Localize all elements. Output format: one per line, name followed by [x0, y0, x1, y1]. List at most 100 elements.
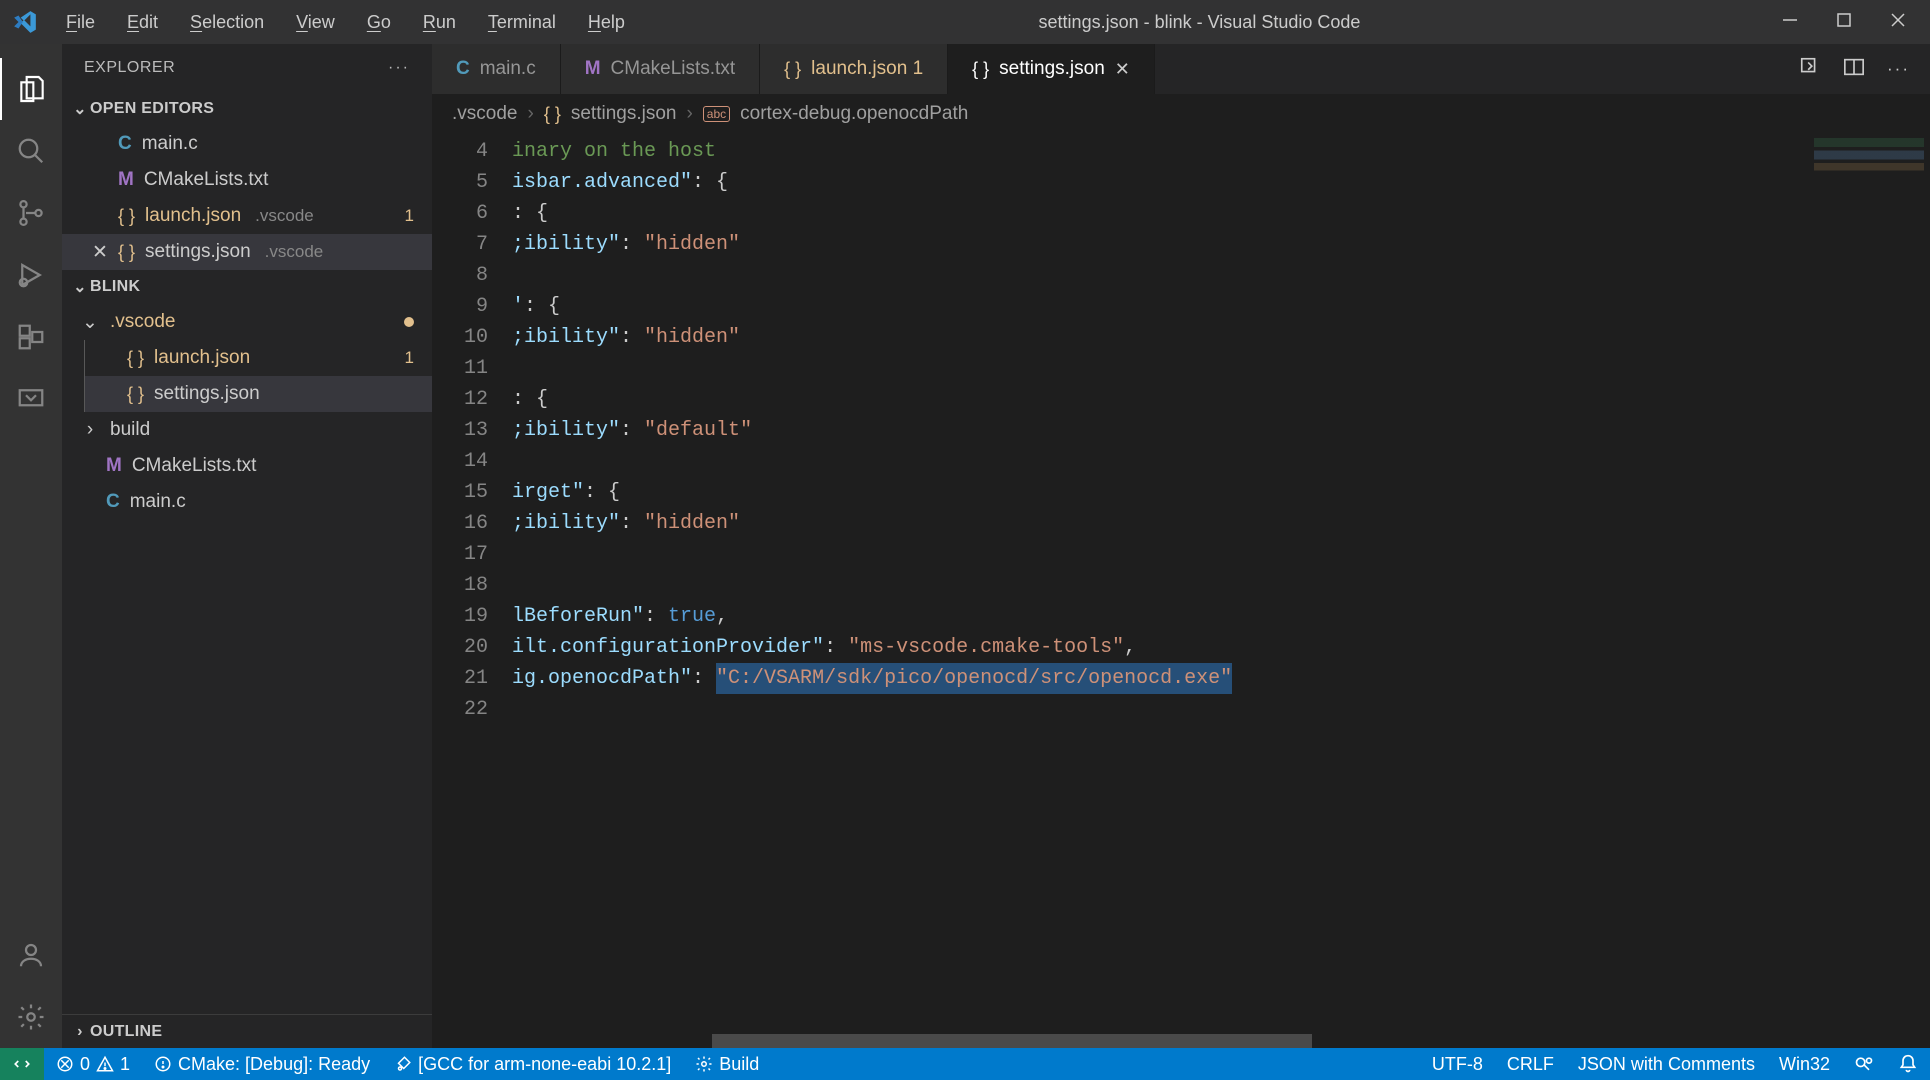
- file-item[interactable]: { } settings.json: [84, 376, 432, 412]
- file-item[interactable]: Cmain.c: [62, 484, 432, 520]
- status-feedback-icon[interactable]: [1842, 1054, 1886, 1074]
- json-icon: { }: [544, 104, 561, 125]
- c-file-icon: C: [118, 133, 132, 155]
- editor-area: Cmain.cMCMakeLists.txt{ }launch.json 1{ …: [432, 44, 1930, 1048]
- status-language[interactable]: JSON with Comments: [1566, 1054, 1767, 1075]
- open-changes-icon[interactable]: [1799, 56, 1821, 83]
- file-desc: .vscode: [255, 206, 314, 226]
- open-editor-item[interactable]: Cmain.c: [62, 126, 432, 162]
- minimize-button[interactable]: [1782, 12, 1798, 33]
- activity-run-debug-icon[interactable]: [0, 244, 62, 306]
- activity-bar: [0, 44, 62, 1048]
- split-editor-icon[interactable]: [1843, 56, 1865, 83]
- json-file-icon: { }: [118, 206, 135, 227]
- cmake-file-icon: M: [585, 58, 601, 80]
- folder-name: .vscode: [110, 311, 175, 333]
- menu-help[interactable]: Help: [572, 12, 641, 33]
- cmake-file-icon: M: [118, 169, 134, 191]
- menu-file[interactable]: File: [50, 12, 111, 33]
- cmake-file-icon: M: [106, 455, 122, 477]
- file-name: settings.json: [145, 241, 251, 263]
- chevron-down-icon: ⌄: [70, 277, 90, 297]
- file-name: CMakeLists.txt: [144, 169, 269, 191]
- c-file-icon: C: [456, 58, 470, 80]
- window-controls: [1758, 12, 1930, 33]
- breadcrumb-item[interactable]: .vscode: [452, 103, 517, 125]
- minimap[interactable]: [1800, 134, 1930, 1048]
- open-editor-item[interactable]: ✕{ }settings.json.vscode: [62, 234, 432, 270]
- status-encoding[interactable]: UTF-8: [1420, 1054, 1495, 1075]
- file-name: launch.json: [154, 347, 250, 369]
- section-open-editors[interactable]: ⌄ OPEN EDITORS: [62, 92, 432, 126]
- remote-indicator-icon[interactable]: [0, 1048, 44, 1080]
- activity-accounts-icon[interactable]: [0, 924, 62, 986]
- code-content[interactable]: inary on the host isbar.advanced": { : {…: [512, 134, 1800, 1048]
- status-kit[interactable]: [GCC for arm-none-eabi 10.2.1]: [382, 1054, 683, 1075]
- symbol-string-icon: abc: [703, 106, 730, 122]
- activity-settings-icon[interactable]: [0, 986, 62, 1048]
- maximize-button[interactable]: [1836, 12, 1852, 33]
- chevron-icon: ›: [80, 419, 100, 441]
- menu-edit[interactable]: Edit: [111, 12, 174, 33]
- menu-selection[interactable]: Selection: [174, 12, 280, 33]
- editor-tab[interactable]: Cmain.c: [432, 44, 561, 94]
- menu-terminal[interactable]: Terminal: [472, 12, 572, 33]
- status-problems[interactable]: 0 1: [44, 1054, 142, 1075]
- chevron-right-icon: ›: [527, 103, 533, 125]
- status-build[interactable]: Build: [683, 1054, 771, 1075]
- editor-tab[interactable]: { }settings.json✕: [948, 44, 1155, 94]
- file-item[interactable]: { }launch.json1: [84, 340, 432, 376]
- breadcrumb-item[interactable]: settings.json: [571, 103, 677, 125]
- open-editor-item[interactable]: M CMakeLists.txt: [62, 162, 432, 198]
- status-cmake[interactable]: CMake: [Debug]: Ready: [142, 1054, 382, 1075]
- folder-item[interactable]: › build: [62, 412, 432, 448]
- activity-search-icon[interactable]: [0, 120, 62, 182]
- file-item[interactable]: M CMakeLists.txt: [62, 448, 432, 484]
- menu-run[interactable]: Run: [407, 12, 472, 33]
- folder-item[interactable]: ⌄ .vscode: [62, 304, 432, 340]
- json-file-icon: { }: [784, 59, 801, 80]
- section-outline[interactable]: › OUTLINE: [62, 1014, 432, 1048]
- editor-more-icon[interactable]: ···: [1887, 59, 1910, 79]
- status-platform[interactable]: Win32: [1767, 1054, 1842, 1075]
- chevron-icon: ⌄: [80, 311, 100, 334]
- file-name: CMakeLists.txt: [132, 455, 257, 477]
- json-file-icon: { }: [118, 242, 135, 263]
- horizontal-scrollbar[interactable]: [712, 1034, 1312, 1048]
- tab-bar: Cmain.c M CMakeLists.txt { }launch.json 1{ …: [432, 44, 1930, 94]
- chevron-down-icon: ⌄: [70, 99, 90, 119]
- chevron-right-icon: ›: [70, 1023, 90, 1041]
- breadcrumbs[interactable]: .vscode › { } settings.json › abc cortex…: [432, 94, 1930, 134]
- status-notifications-icon[interactable]: [1886, 1054, 1930, 1074]
- file-name: main.c: [142, 133, 198, 155]
- tab-label: CMakeLists.txt: [611, 58, 736, 80]
- open-editor-item[interactable]: { }launch.json.vscode1: [62, 198, 432, 234]
- breadcrumb-item[interactable]: cortex-debug.openocdPath: [740, 103, 968, 125]
- sidebar-more-icon[interactable]: ···: [388, 59, 410, 77]
- close-icon[interactable]: ✕: [92, 241, 108, 264]
- activity-extensions-icon[interactable]: [0, 306, 62, 368]
- close-button[interactable]: [1890, 12, 1906, 33]
- vscode-logo-icon: [0, 9, 50, 35]
- menu-view[interactable]: View: [280, 12, 351, 33]
- json-file-icon: { }: [127, 384, 144, 405]
- status-eol[interactable]: CRLF: [1495, 1054, 1566, 1075]
- editor-tab[interactable]: { }launch.json 1: [760, 44, 948, 94]
- file-name: settings.json: [154, 383, 260, 405]
- sidebar-explorer: EXPLORER ··· ⌄ OPEN EDITORS Cmain.c M CMak…: [62, 44, 432, 1048]
- close-icon[interactable]: ✕: [1115, 59, 1130, 80]
- badge-count: 1: [405, 348, 414, 368]
- section-project[interactable]: ⌄ BLINK: [62, 270, 432, 304]
- code-editor[interactable]: 4 5 6 7 8 9 10 11 12 13 14 15 16 17 18 1…: [432, 134, 1930, 1048]
- activity-live-share-icon[interactable]: [0, 368, 62, 430]
- activity-explorer-icon[interactable]: [0, 58, 62, 120]
- folder-name: build: [110, 419, 150, 441]
- activity-source-control-icon[interactable]: [0, 182, 62, 244]
- sidebar-title: EXPLORER: [84, 59, 175, 77]
- menu-go[interactable]: Go: [351, 12, 407, 33]
- file-name: main.c: [130, 491, 186, 513]
- status-bar: 0 1 CMake: [Debug]: Ready [GCC for arm-n…: [0, 1048, 1930, 1080]
- editor-tab[interactable]: M CMakeLists.txt: [561, 44, 760, 94]
- window-title: settings.json - blink - Visual Studio Co…: [641, 12, 1758, 33]
- chevron-right-icon: ›: [686, 103, 692, 125]
